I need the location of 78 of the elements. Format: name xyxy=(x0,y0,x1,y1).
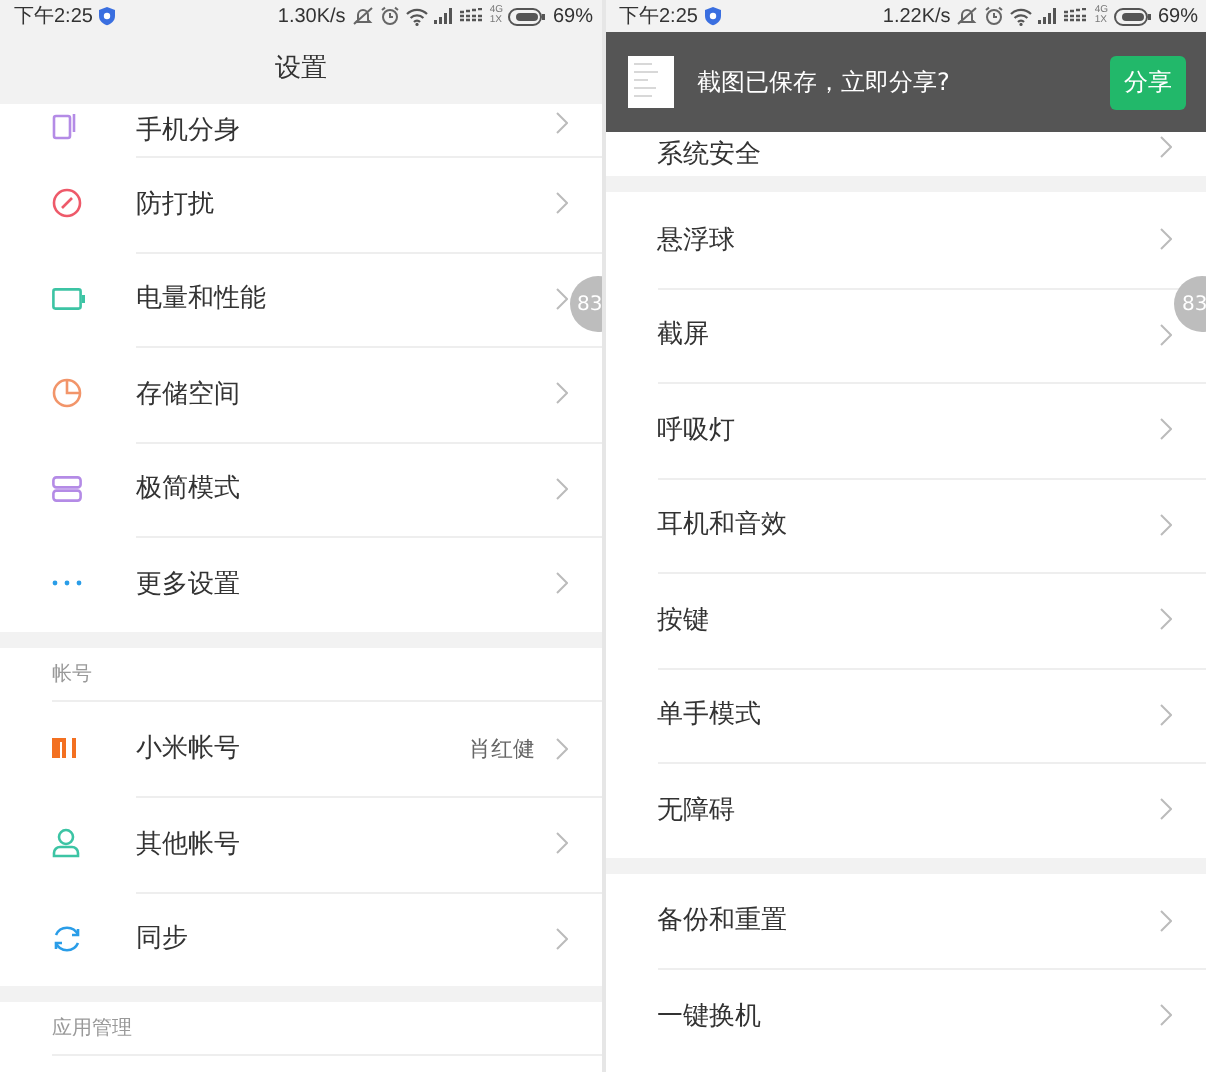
item-label: 悬浮球 xyxy=(657,223,737,258)
item-label: 截屏 xyxy=(657,318,711,353)
settings-item[interactable]: 小米帐号 肖红健 xyxy=(0,701,567,796)
signal-icon xyxy=(459,8,484,24)
chevron-right-icon xyxy=(555,737,567,760)
chevron-right-icon xyxy=(1160,798,1172,821)
item-label: 一键换机 xyxy=(657,999,763,1034)
pie-chart-icon xyxy=(52,378,82,409)
shield-icon xyxy=(703,6,722,26)
chevron-right-icon xyxy=(1160,228,1172,251)
battery-icon xyxy=(1113,7,1152,25)
screenshot-thumbnail-icon[interactable] xyxy=(627,56,673,108)
item-label: 更多设置 xyxy=(136,567,242,602)
mi-logo-icon xyxy=(52,738,80,759)
status-time: 下午2:25 xyxy=(619,4,698,30)
item-label: 极简模式 xyxy=(136,472,242,507)
chevron-right-icon xyxy=(555,927,567,950)
more-icon xyxy=(52,580,82,587)
chevron-right-icon xyxy=(1160,418,1172,441)
battery-percent: 69% xyxy=(1157,5,1198,27)
chevron-right-icon xyxy=(1160,909,1172,932)
settings-item[interactable]: 系统安全 xyxy=(605,132,1172,176)
signal-icon xyxy=(1064,8,1089,24)
item-label: 耳机和音效 xyxy=(657,508,789,543)
settings-item[interactable]: 手机分身 xyxy=(0,104,567,156)
chevron-right-icon xyxy=(1160,1004,1172,1027)
chevron-right-icon xyxy=(1160,513,1172,536)
item-label: 手机分身 xyxy=(136,114,242,148)
item-label: 按键 xyxy=(657,603,711,638)
network-speed: 1.22K/s xyxy=(882,5,951,27)
stacked-bars-icon xyxy=(52,475,82,502)
item-label: 其他帐号 xyxy=(136,827,242,862)
page-title: 设置 xyxy=(274,52,327,86)
item-label: 系统安全 xyxy=(657,138,763,172)
chevron-right-icon xyxy=(1160,136,1172,158)
sync-icon xyxy=(52,923,82,954)
chevron-right-icon xyxy=(555,112,567,134)
battery-icon xyxy=(508,7,547,25)
wifi-icon xyxy=(405,7,428,25)
item-label: 单手模式 xyxy=(657,698,763,733)
item-label: 防打扰 xyxy=(136,187,216,222)
item-value: 肖红健 xyxy=(469,733,535,764)
settings-item[interactable]: 悬浮球 xyxy=(605,192,1172,287)
network-speed: 1.30K/s xyxy=(277,5,346,27)
signal-icon xyxy=(433,8,454,24)
section-header: 帐号 xyxy=(52,661,92,687)
item-label: 小米帐号 xyxy=(136,732,242,767)
item-label: 无障碍 xyxy=(657,793,737,828)
item-label: 电量和性能 xyxy=(136,282,268,317)
settings-item[interactable]: 备份和重置 xyxy=(605,873,1172,968)
chevron-right-icon xyxy=(1160,703,1172,726)
item-label: 同步 xyxy=(136,922,190,957)
muted-bell-icon xyxy=(956,6,979,26)
chevron-right-icon xyxy=(555,477,567,500)
battery-icon xyxy=(52,287,86,310)
chevron-right-icon xyxy=(555,382,567,405)
wifi-icon xyxy=(1010,7,1033,25)
chevron-right-icon xyxy=(555,192,567,215)
toast-message: 截图已保存，立即分享? xyxy=(697,65,952,99)
item-label: 存储空间 xyxy=(136,377,242,412)
chevron-right-icon xyxy=(1160,608,1172,631)
chevron-right-icon xyxy=(555,832,567,855)
phone-clone-icon xyxy=(52,112,80,140)
alarm-icon xyxy=(379,6,400,26)
chevron-right-icon xyxy=(555,572,567,595)
muted-bell-icon xyxy=(351,6,374,26)
user-icon xyxy=(52,828,80,859)
signal-icon xyxy=(1038,8,1059,24)
do-not-disturb-icon xyxy=(52,188,82,219)
item-label: 呼吸灯 xyxy=(657,413,737,448)
shield-icon xyxy=(98,6,117,26)
item-label: 备份和重置 xyxy=(657,904,789,939)
alarm-icon xyxy=(984,6,1005,26)
status-time: 下午2:25 xyxy=(14,4,93,30)
section-header: 应用管理 xyxy=(52,1015,132,1042)
chevron-right-icon xyxy=(555,287,567,310)
chevron-right-icon xyxy=(1160,323,1172,346)
battery-percent: 69% xyxy=(552,5,593,27)
